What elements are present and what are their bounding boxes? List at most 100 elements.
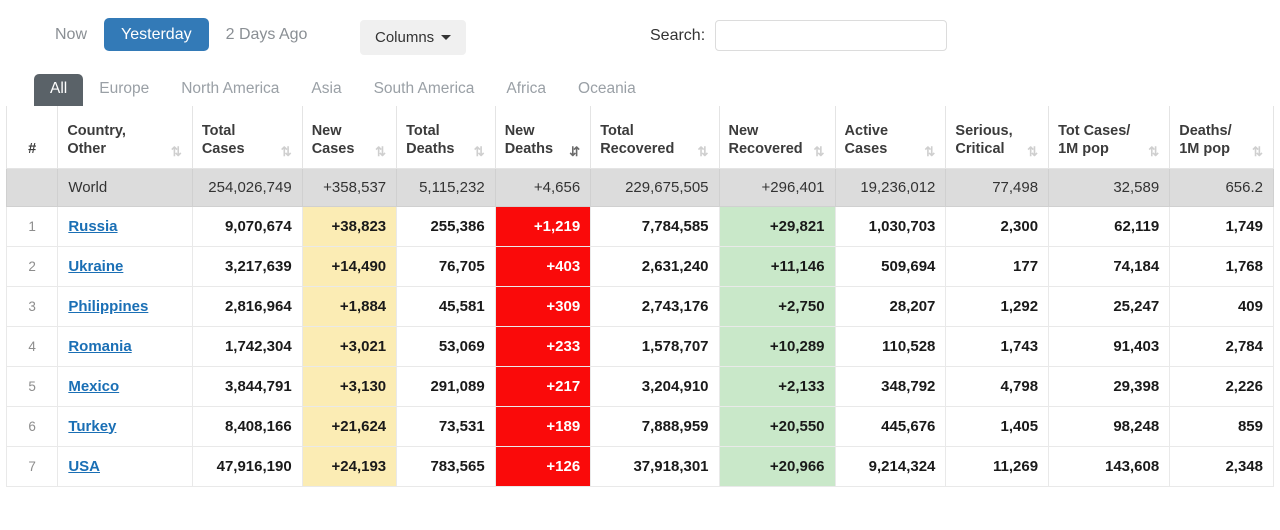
col-header-active-cases[interactable]: Active Cases ⇅: [835, 106, 946, 168]
cell-total-recovered: 1,578,707: [591, 326, 719, 366]
cell-total-cases: 3,217,639: [192, 246, 302, 286]
tab-asia[interactable]: Asia: [295, 74, 357, 106]
table-row: 3 Philippines 2,816,964 +1,884 45,581 +3…: [7, 286, 1274, 326]
col-header-total-deaths[interactable]: Total Deaths ⇅: [397, 106, 496, 168]
col-header-index[interactable]: #: [7, 106, 58, 168]
cell-index: 1: [7, 206, 58, 246]
search-input[interactable]: [715, 20, 947, 51]
cell-total-deaths: 73,531: [397, 406, 496, 446]
cell-index: 5: [7, 366, 58, 406]
cell-deaths-per-1m: 1,768: [1170, 246, 1274, 286]
sort-both-icon: ⇅: [281, 145, 293, 159]
sort-both-icon: ⇅: [171, 145, 183, 159]
cell-total-recovered: 37,918,301: [591, 446, 719, 486]
tab-oceania[interactable]: Oceania: [562, 74, 652, 106]
cell-new-recovered: +2,750: [719, 286, 835, 326]
tab-europe[interactable]: Europe: [83, 74, 165, 106]
cell-active-cases: 28,207: [835, 286, 946, 326]
country-link[interactable]: Russia: [68, 218, 117, 235]
col-header-new-recovered-label: New Recovered: [729, 122, 810, 158]
col-header-new-cases-label: New Cases: [312, 122, 371, 158]
col-header-total-deaths-label: Total Deaths: [406, 122, 470, 158]
cell-serious-critical: 1,292: [946, 286, 1049, 326]
col-header-new-recovered[interactable]: New Recovered ⇅: [719, 106, 835, 168]
cell-total-recovered: 2,743,176: [591, 286, 719, 326]
cell-deaths-per-1m: 656.2: [1170, 168, 1274, 206]
col-header-total-cases[interactable]: Total Cases ⇅: [192, 106, 302, 168]
country-link[interactable]: Philippines: [68, 298, 148, 315]
countries-table: # Country, Other ⇅ Total Cases ⇅: [6, 106, 1274, 487]
tab-south-america[interactable]: South America: [358, 74, 491, 106]
col-header-new-cases[interactable]: New Cases ⇅: [302, 106, 396, 168]
cell-country: Romania: [58, 326, 193, 366]
cell-index: 2: [7, 246, 58, 286]
top-toolbar: Now Yesterday 2 Days Ago Columns Search:: [0, 0, 1280, 72]
cell-total-deaths: 783,565: [397, 446, 496, 486]
day-button-now[interactable]: Now: [38, 18, 104, 51]
cell-deaths-per-1m: 2,784: [1170, 326, 1274, 366]
sort-descending-icon: ⇵: [569, 145, 581, 159]
sort-both-icon: ⇅: [474, 145, 486, 159]
cell-total-cases: 254,026,749: [192, 168, 302, 206]
col-header-new-deaths[interactable]: New Deaths ⇵: [495, 106, 590, 168]
columns-dropdown-button[interactable]: Columns: [360, 20, 466, 55]
cell-deaths-per-1m: 409: [1170, 286, 1274, 326]
countries-table-wrap: # Country, Other ⇅ Total Cases ⇅: [0, 106, 1280, 487]
sort-both-icon: ⇅: [1148, 145, 1160, 159]
cell-deaths-per-1m: 2,348: [1170, 446, 1274, 486]
table-row-world: World 254,026,749 +358,537 5,115,232 +4,…: [7, 168, 1274, 206]
cell-total-cases: 3,844,791: [192, 366, 302, 406]
cell-tot-cases-per-1m: 62,119: [1049, 206, 1170, 246]
col-header-new-deaths-label: New Deaths: [505, 122, 565, 158]
cell-total-recovered: 7,888,959: [591, 406, 719, 446]
search-area: Search:: [650, 20, 947, 51]
cell-serious-critical: 4,798: [946, 366, 1049, 406]
sort-both-icon: ⇅: [1027, 145, 1039, 159]
col-header-country-label: Country, Other: [67, 122, 167, 158]
cell-tot-cases-per-1m: 32,589: [1049, 168, 1170, 206]
col-header-total-recovered[interactable]: Total Recovered ⇅: [591, 106, 719, 168]
table-row: 7 USA 47,916,190 +24,193 783,565 +126 37…: [7, 446, 1274, 486]
sort-both-icon: ⇅: [375, 145, 387, 159]
cell-total-deaths: 53,069: [397, 326, 496, 366]
cell-new-cases: +14,490: [302, 246, 396, 286]
cell-new-recovered: +11,146: [719, 246, 835, 286]
cell-country: USA: [58, 446, 193, 486]
sort-both-icon: ⇅: [814, 145, 826, 159]
col-header-country[interactable]: Country, Other ⇅: [58, 106, 193, 168]
day-button-yesterday[interactable]: Yesterday: [104, 18, 209, 51]
sort-both-icon: ⇅: [924, 145, 936, 159]
cell-total-deaths: 5,115,232: [397, 168, 496, 206]
cell-new-deaths: +189: [495, 406, 590, 446]
country-link[interactable]: Turkey: [68, 418, 116, 435]
tab-africa[interactable]: Africa: [490, 74, 562, 106]
cell-new-cases: +3,021: [302, 326, 396, 366]
country-link[interactable]: Romania: [68, 338, 131, 355]
country-link[interactable]: Ukraine: [68, 258, 123, 275]
col-header-deaths-per-1m[interactable]: Deaths/ 1M pop ⇅: [1170, 106, 1274, 168]
chevron-down-icon: [441, 35, 451, 40]
cell-new-cases: +358,537: [302, 168, 396, 206]
country-link[interactable]: Mexico: [68, 378, 119, 395]
cell-index: 6: [7, 406, 58, 446]
cell-total-deaths: 45,581: [397, 286, 496, 326]
day-button-2-days-ago[interactable]: 2 Days Ago: [209, 18, 325, 51]
cell-active-cases: 1,030,703: [835, 206, 946, 246]
tab-north-america[interactable]: North America: [165, 74, 295, 106]
country-link[interactable]: USA: [68, 458, 100, 475]
cell-total-cases: 8,408,166: [192, 406, 302, 446]
tab-all[interactable]: All: [34, 74, 83, 106]
col-header-tot-cases-per-1m[interactable]: Tot Cases/ 1M pop ⇅: [1049, 106, 1170, 168]
continent-tabs: All Europe North America Asia South Amer…: [0, 72, 1280, 106]
cell-country: Ukraine: [58, 246, 193, 286]
cell-total-cases: 9,070,674: [192, 206, 302, 246]
col-header-total-cases-label: Total Cases: [202, 122, 277, 158]
cell-serious-critical: 177: [946, 246, 1049, 286]
cell-index: 4: [7, 326, 58, 366]
cell-tot-cases-per-1m: 25,247: [1049, 286, 1170, 326]
col-header-serious-critical[interactable]: Serious, Critical ⇅: [946, 106, 1049, 168]
cell-new-deaths: +233: [495, 326, 590, 366]
cell-new-deaths: +126: [495, 446, 590, 486]
cell-country: Russia: [58, 206, 193, 246]
cell-country: Philippines: [58, 286, 193, 326]
